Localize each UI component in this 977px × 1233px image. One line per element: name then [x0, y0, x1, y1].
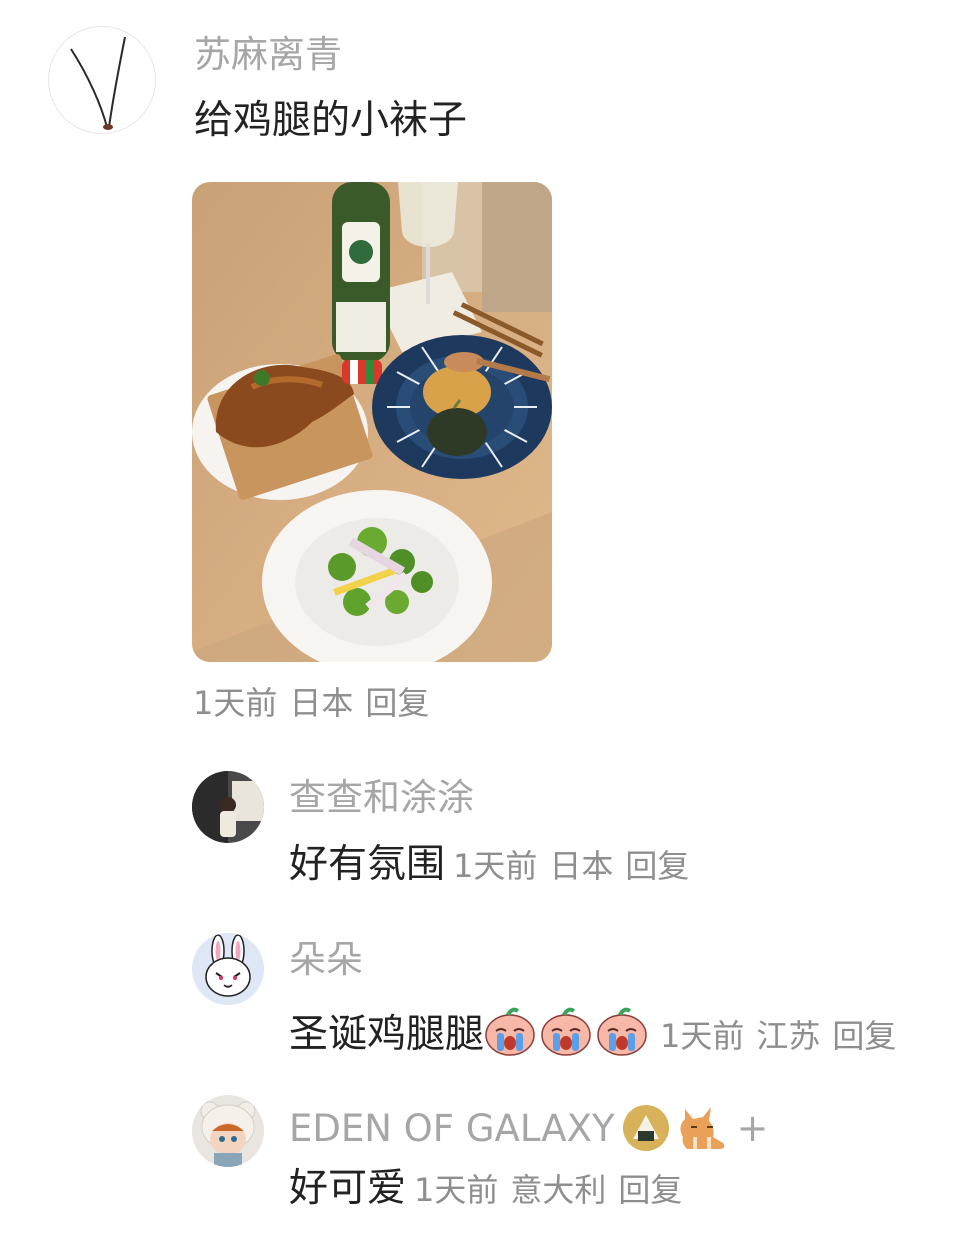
comment-time: 1天前	[193, 684, 278, 722]
crying-emoji-icon	[597, 1007, 647, 1056]
reply-username-row: EDEN OF GALAXY +	[289, 1103, 768, 1153]
reply-text: 好可爱	[289, 1166, 407, 1211]
reply-text: 圣诞鸡腿腿	[289, 1012, 485, 1057]
reply-text-row: 好有氛围 1天前 日本 回复	[289, 845, 701, 884]
reply-reply-button[interactable]: 回复	[625, 847, 689, 885]
cat-badge-icon	[679, 1107, 724, 1149]
comment-photo[interactable]	[192, 182, 552, 662]
crying-emoji-icon	[485, 1007, 535, 1056]
reply-avatar[interactable]	[192, 933, 264, 1005]
reply-time: 1天前	[660, 1017, 745, 1055]
reply-avatar[interactable]	[192, 1095, 264, 1167]
reply-time: 1天前	[414, 1171, 499, 1209]
reply-username-suffix: +	[736, 1106, 769, 1150]
girl-photo-avatar-icon	[192, 771, 264, 843]
reply-text: 好有氛围	[289, 842, 446, 887]
reply-location: 日本	[549, 847, 614, 885]
reply-reply-button[interactable]: 回复	[832, 1017, 896, 1055]
reply-location: 江苏	[756, 1017, 821, 1055]
hair-strand-avatar-icon	[70, 36, 126, 130]
user-avatar[interactable]	[48, 26, 156, 134]
comment-username[interactable]: 苏麻离青	[194, 36, 342, 73]
reply-text-row: 圣诞鸡腿腿 1天前 江苏 回复	[289, 1007, 908, 1057]
dinner-photo-illustration	[192, 182, 552, 662]
rice-ball-badge-icon	[622, 1105, 669, 1151]
reply-reply-button[interactable]: 回复	[618, 1171, 682, 1209]
crying-emoji-icon	[541, 1007, 591, 1056]
bunny-avatar-icon	[192, 933, 264, 1005]
reply-username[interactable]: 查查和涂涂	[289, 779, 474, 816]
reply-avatar[interactable]	[192, 771, 264, 843]
reply-username[interactable]: 朵朵	[289, 941, 363, 978]
bear-hat-doll-avatar-icon	[192, 1095, 264, 1167]
reply-username[interactable]: EDEN OF GALAXY	[289, 1107, 615, 1150]
reply-text-row: 好可爱 1天前 意大利 回复	[289, 1169, 694, 1208]
comment-text: 给鸡腿的小袜子	[194, 98, 468, 143]
comment-meta: 1天前 日本 回复	[193, 687, 441, 719]
comment-location: 日本	[289, 684, 354, 722]
reply-time: 1天前	[453, 847, 538, 885]
comment-reply-button[interactable]: 回复	[365, 684, 429, 722]
reply-location: 意大利	[510, 1171, 607, 1209]
